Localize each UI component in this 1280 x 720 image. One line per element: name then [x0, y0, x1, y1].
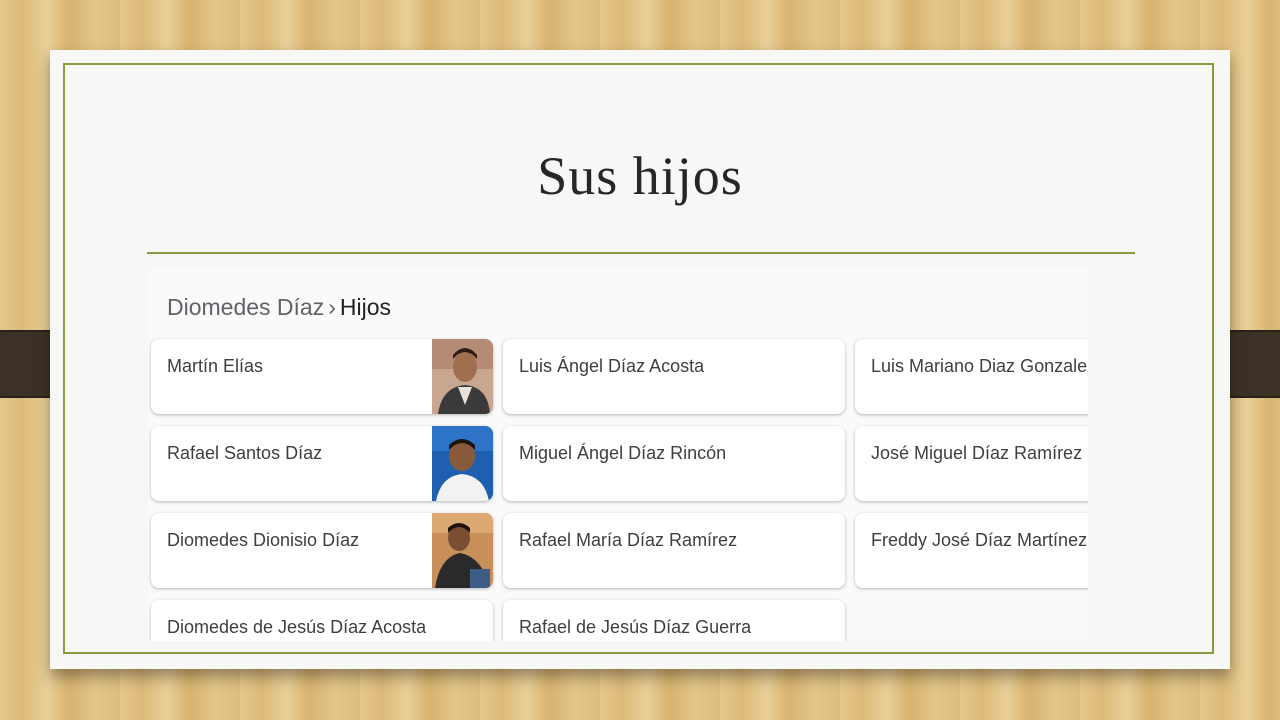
- child-name: Diomedes Dionisio Díaz: [167, 530, 360, 550]
- slide: Sus hijos Diomedes Díaz › Hijos Martín Elí…: [50, 50, 1230, 669]
- breadcrumb: Diomedes Díaz › Hijos: [167, 294, 391, 321]
- person-photo-icon: [432, 426, 493, 501]
- child-name: Rafael María Díaz Ramírez: [519, 530, 738, 550]
- slide-title: Sus hijos: [537, 146, 743, 206]
- child-name: Miguel Ángel Díaz Rincón: [519, 443, 727, 463]
- breadcrumb-separator: ›: [328, 294, 336, 320]
- breadcrumb-parent[interactable]: Diomedes Díaz: [167, 294, 324, 320]
- child-name: Diomedes de Jesús Díaz Acosta: [167, 617, 427, 637]
- child-name: Rafael Santos Díaz: [167, 443, 323, 463]
- person-photo-icon: [432, 513, 493, 588]
- child-name: Freddy José Díaz Martínez: [871, 530, 1088, 550]
- child-card[interactable]: Rafael María Díaz Ramírez: [503, 513, 845, 588]
- child-name: Martín Elías: [167, 356, 264, 376]
- child-card[interactable]: Diomedes de Jesús Díaz Acosta: [151, 600, 493, 641]
- child-card[interactable]: Luis Mariano Diaz Gonzalez: [855, 339, 1088, 414]
- child-card[interactable]: Diomedes Dionisio Díaz: [151, 513, 493, 588]
- child-card[interactable]: Rafael de Jesús Díaz Guerra: [503, 600, 845, 641]
- person-photo-icon: [432, 339, 493, 414]
- child-name: Luis Ángel Díaz Acosta: [519, 356, 705, 376]
- child-name: Luis Mariano Diaz Gonzalez: [871, 356, 1088, 376]
- child-card[interactable]: Rafael Santos Díaz: [151, 426, 493, 501]
- child-card[interactable]: Luis Ángel Díaz Acosta: [503, 339, 845, 414]
- child-card[interactable]: Martín Elías: [151, 339, 493, 414]
- title-divider: [147, 252, 1135, 254]
- breadcrumb-current: Hijos: [339, 294, 392, 320]
- child-card[interactable]: Freddy José Díaz Martínez: [855, 513, 1088, 588]
- search-panel: Diomedes Díaz › Hijos Martín Elías Luis Án…: [148, 268, 1088, 641]
- child-name: Rafael de Jesús Díaz Guerra: [519, 617, 752, 637]
- child-card[interactable]: José Miguel Díaz Ramírez: [855, 426, 1088, 501]
- child-name: José Miguel Díaz Ramírez: [871, 443, 1083, 463]
- child-card[interactable]: Miguel Ángel Díaz Rincón: [503, 426, 845, 501]
